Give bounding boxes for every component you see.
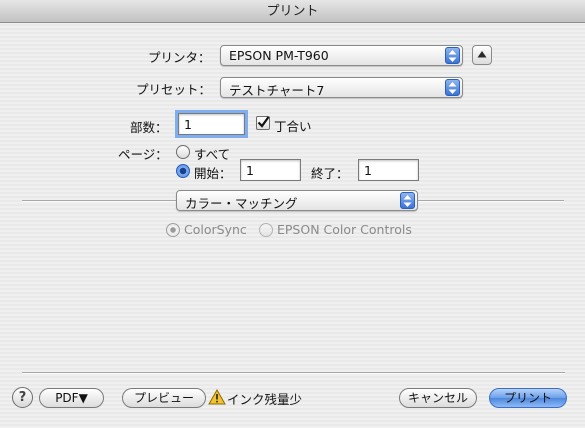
footer-separator <box>22 372 565 374</box>
collate-label: 丁合い <box>274 119 312 134</box>
pages-all-label: すべて <box>194 147 231 162</box>
collate-checkbox[interactable] <box>256 116 270 130</box>
pdf-button[interactable]: PDF▼ <box>39 388 104 408</box>
up-down-arrows-icon <box>400 192 415 209</box>
preset-label: プリセット： <box>136 82 212 97</box>
preset-popup-value: テストチャート7 <box>229 83 325 98</box>
printer-popup-value: EPSON PM-T960 <box>229 48 329 63</box>
ink-warning-text: インク残量少 <box>227 392 303 407</box>
warning-triangle-icon <box>208 389 226 405</box>
panel-popup[interactable]: カラー・マッチング <box>176 190 418 211</box>
window-title: プリント <box>0 0 585 23</box>
separator-right <box>418 200 564 202</box>
pages-from-field[interactable]: 1 <box>240 159 301 181</box>
preset-popup[interactable]: テストチャート7 <box>220 77 463 98</box>
separator-left <box>22 200 176 202</box>
pages-range-radio[interactable] <box>176 164 190 178</box>
up-down-arrows-icon <box>445 47 460 64</box>
preview-button[interactable]: プレビュー <box>122 388 206 408</box>
printer-label: プリンタ： <box>148 50 211 65</box>
panel-popup-value: カラー・マッチング <box>185 196 298 211</box>
copies-field[interactable]: 1 <box>178 113 245 135</box>
up-down-arrows-icon <box>445 79 460 96</box>
copies-label: 部数： <box>130 120 168 135</box>
checkmark-icon <box>257 116 270 128</box>
colorsync-label: ColorSync <box>184 222 247 237</box>
epson-color-controls-radio[interactable] <box>259 223 273 237</box>
help-button[interactable]: ? <box>12 387 33 408</box>
expand-dialog-button[interactable] <box>472 45 492 65</box>
up-triangle-icon <box>477 51 487 58</box>
print-button[interactable]: プリント <box>489 388 567 408</box>
printer-popup[interactable]: EPSON PM-T960 <box>220 45 463 66</box>
pages-all-radio[interactable] <box>176 145 190 159</box>
epson-color-controls-label: EPSON Color Controls <box>277 222 412 237</box>
pages-to-field[interactable]: 1 <box>358 159 419 181</box>
pages-label: ページ： <box>118 147 168 162</box>
pages-from-label: 開始： <box>194 166 232 181</box>
pages-to-label: 終了： <box>311 166 349 181</box>
cancel-button[interactable]: キャンセル <box>399 388 477 408</box>
colorsync-radio[interactable] <box>166 223 180 237</box>
